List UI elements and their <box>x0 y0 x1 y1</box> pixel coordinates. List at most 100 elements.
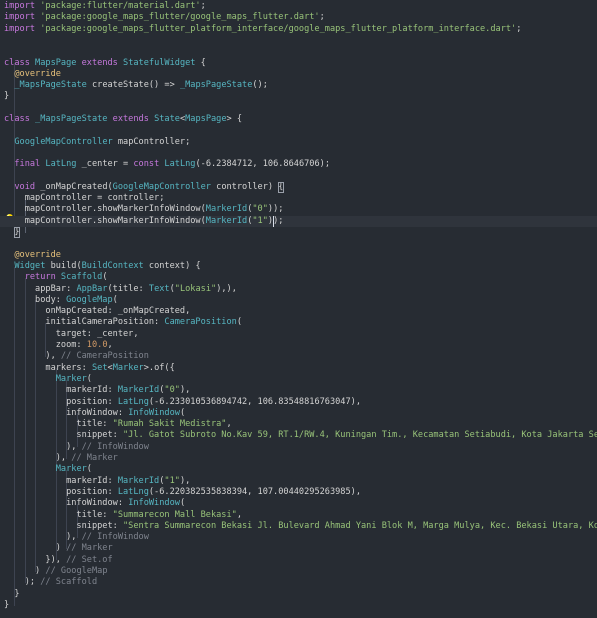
code-line[interactable]: } <box>0 227 597 238</box>
code-line[interactable]: markerId: MarkerId("1"), <box>0 476 597 487</box>
code-token: import <box>4 1 41 11</box>
code-line[interactable]: ), // InfoWindow <box>0 532 597 543</box>
code-line[interactable]: ), // InfoWindow <box>0 442 597 453</box>
code-line[interactable] <box>0 46 597 57</box>
code-line[interactable]: class MapsPage extends StatefulWidget { <box>0 58 597 69</box>
code-line[interactable]: onMapCreated: _onMapCreated, <box>0 306 597 317</box>
code-line[interactable]: position: LatLng(-6.233010536894742, 106… <box>0 397 597 408</box>
code-token: ( <box>86 464 92 475</box>
code-line[interactable] <box>0 103 597 114</box>
code-token: ), <box>179 385 191 396</box>
code-token: Marker <box>112 362 144 373</box>
code-line[interactable]: void _onMapCreated(GoogleMapController c… <box>0 182 597 193</box>
code-line[interactable]: appBar: AppBar(title: Text("Lokasi"),), <box>0 284 597 295</box>
code-token: ), <box>4 351 61 362</box>
bracket-match-highlight <box>13 227 21 239</box>
code-line[interactable]: Marker( <box>0 374 597 385</box>
code-line[interactable]: body: GoogleMap( <box>0 295 597 306</box>
code-line[interactable]: position: LatLng(-6.220382535838394, 107… <box>0 487 597 498</box>
code-token: BuildContext <box>81 260 149 271</box>
code-line[interactable]: ), // CameraPosition <box>0 351 597 362</box>
code-line[interactable]: ); // Scaffold <box>0 577 597 588</box>
code-token: (-6.233010536894742, 106.83548816763047)… <box>148 396 362 407</box>
code-line[interactable] <box>0 238 597 249</box>
code-line[interactable]: markerId: MarkerId("0"), <box>0 385 597 396</box>
code-line[interactable]: import 'package:google_maps_flutter/goog… <box>0 12 597 23</box>
code-line[interactable]: Marker( <box>0 464 597 475</box>
code-line[interactable]: Widget build(BuildContext context) { <box>0 261 597 272</box>
code-token: onMapCreated: _onMapCreated, <box>4 306 191 317</box>
code-line[interactable]: return Scaffold( <box>0 272 597 283</box>
code-line[interactable]: ) // Marker <box>0 543 597 554</box>
code-line[interactable]: infoWindow: InfoWindow( <box>0 408 597 419</box>
code-line[interactable]: mapController.showMarkerInfoWindow(Marke… <box>0 204 597 215</box>
code-line[interactable]: _MapsPageState createState() => _MapsPag… <box>0 80 597 91</box>
code-token: position: <box>4 396 118 407</box>
code-token: build( <box>50 260 82 271</box>
code-token: { <box>195 57 206 68</box>
code-token: ),), <box>216 283 237 294</box>
code-line[interactable]: } <box>0 600 597 611</box>
code-line[interactable] <box>0 171 597 182</box>
code-token: class <box>4 57 36 68</box>
code-line[interactable]: @override <box>0 69 597 80</box>
code-token: createState() => <box>91 80 180 91</box>
code-token: ), <box>4 532 82 543</box>
code-token: LatLng <box>117 396 149 407</box>
code-line[interactable]: final LatLng _center = const LatLng(-6.2… <box>0 159 597 170</box>
code-token: _MapsPageState <box>179 80 253 91</box>
code-line[interactable]: ), // Marker <box>0 453 597 464</box>
code-line[interactable]: class _MapsPageState extends State<MapsP… <box>0 114 597 125</box>
code-token: State <box>154 114 180 124</box>
code-token: mapController.showMarkerInfoWindow( <box>4 215 206 226</box>
code-token: (-6.2384712, 106.8646706); <box>195 159 330 170</box>
code-line[interactable] <box>0 125 597 136</box>
code-token: void <box>14 181 41 192</box>
code-line[interactable]: snippet: "Sentra Summarecon Bekasi Jl. B… <box>0 521 597 532</box>
code-line[interactable]: initialCameraPosition: CameraPosition( <box>0 317 597 328</box>
code-line[interactable]: title: "Summarecon Mall Bekasi", <box>0 510 597 521</box>
code-token: position: <box>4 486 118 497</box>
code-line[interactable]: snippet: "Jl. Gatot Subroto No.Kav 59, R… <box>0 430 597 441</box>
code-token: target: _center, <box>4 328 139 339</box>
code-token: StatefulWidget <box>123 57 196 68</box>
code-token: ( <box>179 498 186 509</box>
code-line[interactable]: ) // GoogleMap <box>0 566 597 577</box>
code-token: Marker <box>55 464 87 475</box>
code-token: MarkerId <box>117 385 160 396</box>
code-line[interactable] <box>0 35 597 46</box>
code-token: markerId: <box>4 385 118 396</box>
code-line[interactable]: mapController = controller; <box>0 193 597 204</box>
code-token: 'package:google_maps_flutter_platform_in… <box>40 23 517 34</box>
code-line[interactable]: title: "Rumah Sakit Medistra", <box>0 419 597 430</box>
code-token: LatLng <box>164 159 196 170</box>
code-line[interactable]: mapController.showMarkerInfoWindow(Marke… <box>0 215 597 227</box>
code-line[interactable]: } <box>0 589 597 600</box>
code-token: GoogleMap <box>66 294 113 305</box>
code-line[interactable]: @override <box>0 250 597 261</box>
code-token: mapController = controller; <box>4 193 165 204</box>
code-line[interactable]: import 'package:google_maps_flutter_plat… <box>0 24 597 35</box>
code-line[interactable] <box>0 148 597 159</box>
code-editor[interactable]: 💡 import 'package:flutter/material.dart'… <box>0 0 597 618</box>
code-line[interactable]: zoom: 10.0, <box>0 340 597 351</box>
code-token: CameraPosition <box>164 317 237 328</box>
code-token: appBar: <box>4 283 77 294</box>
code-token: class <box>4 114 36 124</box>
code-token: // GoogleMap <box>45 566 108 576</box>
code-token: "0" <box>252 204 268 215</box>
code-line[interactable]: }), // Set.of <box>0 555 597 566</box>
code-line[interactable]: target: _center, <box>0 329 597 340</box>
code-line[interactable]: } <box>0 91 597 102</box>
code-line[interactable]: GoogleMapController mapController; <box>0 137 597 148</box>
code-line[interactable]: import 'package:flutter/material.dart'; <box>0 1 597 12</box>
code-line[interactable]: infoWindow: InfoWindow( <box>0 498 597 509</box>
code-token: Marker <box>55 373 87 384</box>
code-token: MarkerId <box>205 204 248 215</box>
code-token: GoogleMapController <box>14 136 118 147</box>
code-line[interactable]: markers: Set<Marker>.of({ <box>0 363 597 374</box>
